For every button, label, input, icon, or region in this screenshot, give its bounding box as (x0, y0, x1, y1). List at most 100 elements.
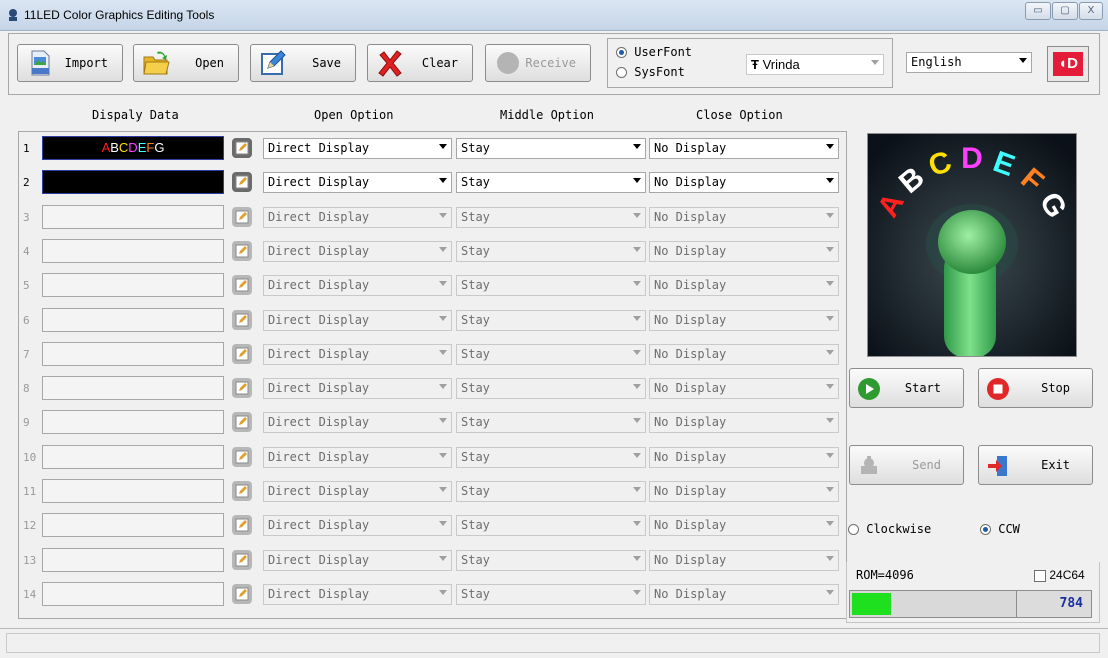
close-option-select[interactable]: No Display (649, 138, 839, 159)
display-data-box[interactable] (42, 513, 224, 538)
middle-option-select[interactable]: Stay (456, 446, 646, 468)
open-option-select[interactable]: Direct Display (263, 309, 452, 331)
edit-icon[interactable] (232, 446, 252, 467)
display-data-box[interactable] (42, 410, 224, 435)
open-option-select[interactable]: Direct Display (263, 138, 452, 159)
open-option-select[interactable]: Direct Display (263, 172, 452, 194)
open-option-select[interactable]: Direct Display (263, 583, 452, 605)
close-option-select[interactable]: No Display (649, 172, 839, 194)
open-option-select[interactable]: Direct Display (263, 275, 452, 297)
close-option-select[interactable]: No Display (649, 481, 839, 502)
minimize-button[interactable]: ▭ (1025, 2, 1051, 20)
middle-option-select[interactable]: Stay (456, 206, 646, 228)
middle-option-select[interactable]: Stay (456, 240, 646, 262)
close-option-select[interactable]: No Display (649, 206, 839, 228)
close-option-select[interactable]: No Display (649, 446, 839, 468)
edit-icon[interactable] (232, 206, 252, 227)
close-option-select[interactable]: No Display (649, 343, 839, 365)
close-option-select[interactable]: No Display (649, 549, 839, 571)
eeprom-checkbox[interactable]: 24C64 (1034, 568, 1085, 582)
edit-icon[interactable] (232, 240, 252, 261)
middle-option-select[interactable]: Stay (456, 275, 646, 297)
edit-icon[interactable] (232, 138, 252, 158)
close-option-select[interactable]: No Display (649, 275, 839, 297)
close-option-value: No Display (654, 141, 727, 155)
middle-option-value: Stay (461, 552, 490, 567)
display-data-box[interactable] (42, 581, 224, 606)
open-option-select[interactable]: Direct Display (263, 515, 452, 537)
clear-button[interactable]: Clear (367, 44, 473, 82)
row-number: 7 (23, 347, 30, 361)
close-window-button[interactable]: X (1079, 2, 1103, 20)
middle-option-select[interactable]: Stay (456, 343, 646, 365)
chevron-down-icon (826, 178, 834, 184)
chevron-down-icon (439, 178, 447, 184)
open-button[interactable]: Open (133, 44, 239, 82)
display-data-box[interactable] (42, 547, 224, 572)
font-select[interactable]: Ŧ Vrinda (746, 54, 884, 75)
exit-button[interactable]: Exit (978, 445, 1093, 485)
edit-icon[interactable] (232, 549, 252, 570)
close-option-select[interactable]: No Display (649, 309, 839, 331)
close-option-select[interactable]: No Display (649, 240, 839, 262)
sysfont-radio[interactable]: SysFont (616, 65, 685, 79)
open-option-value: Direct Display (268, 381, 370, 396)
edit-icon[interactable] (232, 343, 252, 364)
close-option-select[interactable]: No Display (649, 412, 839, 434)
middle-option-select[interactable]: Stay (456, 583, 646, 605)
middle-option-select[interactable]: Stay (456, 412, 646, 434)
edit-icon[interactable] (232, 378, 252, 399)
edit-icon[interactable] (232, 515, 252, 536)
title-bar: 11LED Color Graphics Editing Tools ▭ ▢ X (0, 0, 1108, 31)
display-data-box[interactable] (42, 444, 224, 469)
start-button[interactable]: Start (849, 368, 964, 408)
middle-option-select[interactable]: Stay (456, 309, 646, 331)
edit-icon[interactable] (232, 481, 252, 501)
middle-option-select[interactable]: Stay (456, 378, 646, 400)
middle-option-select[interactable]: Stay (456, 549, 646, 571)
chevron-down-icon (633, 212, 641, 218)
middle-option-select[interactable]: Stay (456, 138, 646, 159)
close-option-select[interactable]: No Display (649, 583, 839, 605)
save-button[interactable]: Save (250, 44, 356, 82)
display-data-box[interactable] (42, 170, 224, 195)
display-data-box[interactable] (42, 376, 224, 401)
open-option-select[interactable]: Direct Display (263, 446, 452, 468)
display-data-box[interactable] (42, 479, 224, 503)
receive-button[interactable]: Receive (485, 44, 591, 82)
edit-icon[interactable] (232, 412, 252, 433)
maximize-button[interactable]: ▢ (1052, 2, 1078, 20)
open-option-select[interactable]: Direct Display (263, 412, 452, 434)
display-data-box[interactable] (42, 204, 224, 229)
edit-icon[interactable] (232, 583, 252, 604)
send-button[interactable]: Send (849, 445, 964, 485)
close-option-select[interactable]: No Display (649, 378, 839, 400)
open-option-select[interactable]: Direct Display (263, 549, 452, 571)
display-data-box[interactable]: ABCDEFG (42, 136, 224, 160)
middle-option-select[interactable]: Stay (456, 172, 646, 194)
edit-icon[interactable] (232, 309, 252, 330)
sysfont-label: SysFont (634, 65, 685, 79)
userfont-radio[interactable]: UserFont (616, 45, 692, 59)
open-option-select[interactable]: Direct Display (263, 206, 452, 228)
display-data-box[interactable] (42, 341, 224, 366)
open-option-select[interactable]: Direct Display (263, 240, 452, 262)
edit-icon[interactable] (232, 172, 252, 193)
clockwise-radio[interactable]: Clockwise (848, 522, 931, 536)
middle-option-select[interactable]: Stay (456, 515, 646, 537)
language-select[interactable]: English (906, 52, 1032, 73)
edit-icon[interactable] (232, 275, 252, 296)
logo-button[interactable]: ◖D (1047, 46, 1089, 82)
close-option-select[interactable]: No Display (649, 515, 839, 537)
open-option-select[interactable]: Direct Display (263, 378, 452, 400)
open-option-select[interactable]: Direct Display (263, 343, 452, 365)
ccw-radio[interactable]: CCW (980, 522, 1020, 536)
row-number: 6 (23, 313, 30, 327)
display-data-box[interactable] (42, 273, 224, 298)
middle-option-select[interactable]: Stay (456, 481, 646, 502)
stop-button[interactable]: Stop (978, 368, 1093, 408)
open-option-select[interactable]: Direct Display (263, 481, 452, 502)
display-data-box[interactable] (42, 307, 224, 332)
import-button[interactable]: Import (17, 44, 123, 82)
display-data-box[interactable] (42, 238, 224, 263)
